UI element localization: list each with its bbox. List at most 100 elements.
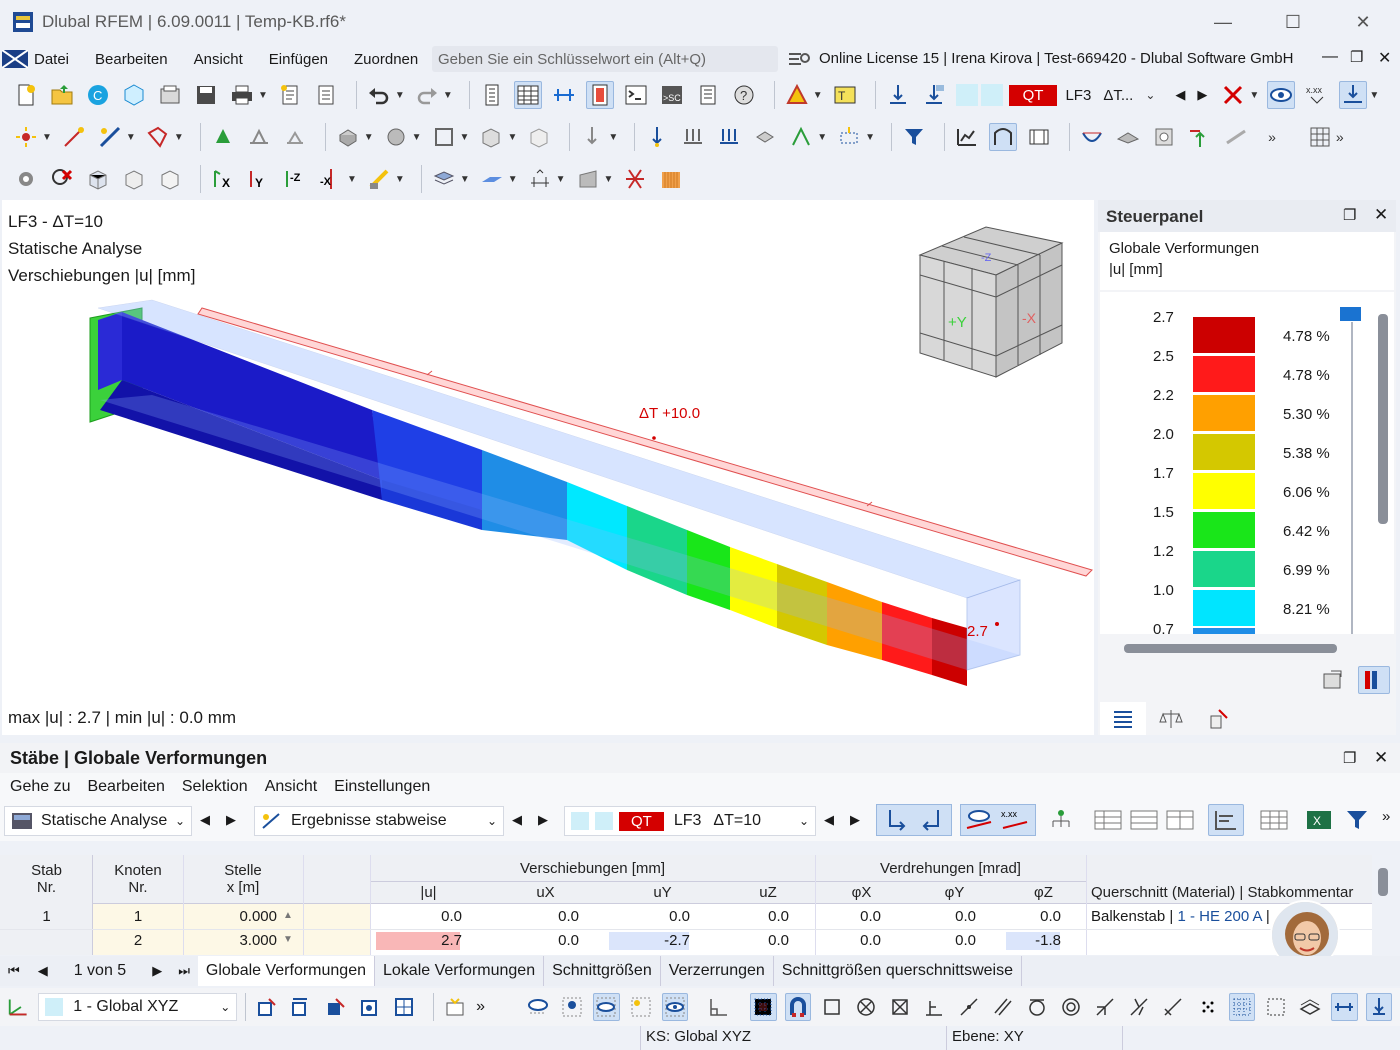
snap-perpendicular-icon[interactable] [921,993,947,1021]
first-page-icon[interactable]: ⏮ [8,963,20,979]
next-analysis-icon[interactable]: ▶ [226,812,236,828]
surface-load-icon[interactable] [751,123,779,151]
maximize-button[interactable]: ☐ [1270,8,1316,36]
table-scrollbar[interactable] [1378,868,1388,896]
legend-scrollbar[interactable] [1378,314,1388,524]
display-dimension-icon[interactable] [526,165,554,193]
display-mesh-icon[interactable] [621,165,649,193]
polyline-icon[interactable] [144,123,172,151]
reaction-icon[interactable] [1186,123,1214,151]
search-input[interactable]: Geben Sie ein Schlüsselwort ein (Alt+Q) [432,46,778,72]
results-toolbar-more[interactable]: » [1382,808,1390,825]
delete-view-icon[interactable] [48,165,76,193]
snap-square-icon[interactable] [819,993,845,1021]
member-icon[interactable] [96,123,124,151]
visibility-node-icon[interactable] [525,993,551,1021]
cs-select[interactable]: 1 - Global XYZ ⌄ [38,993,238,1021]
view-results-icon[interactable] [1267,81,1296,109]
frame-icon[interactable] [430,123,458,151]
menu-zuordnen[interactable]: Zuordnen [354,51,418,68]
report-icon[interactable] [312,81,340,109]
insert-text-icon[interactable]: T [831,81,859,109]
display-render-icon[interactable] [657,165,685,193]
legend-settings-icon[interactable] [1318,666,1348,694]
table-filter-funnel-icon[interactable] [1344,808,1372,837]
filter-icon[interactable] [900,123,928,151]
table-extremes-icon[interactable] [1208,804,1244,836]
snap-node-icon[interactable] [254,993,280,1021]
help-icon[interactable]: ? [730,81,758,109]
tab-globale-verformungen[interactable]: Globale Verformungen [197,956,375,986]
panel-tab-balance-icon[interactable] [1148,702,1194,735]
panel-close-icon[interactable]: ✕ [1374,205,1388,225]
snap-layer-icon[interactable] [1297,993,1323,1021]
previous-loadcase-icon[interactable]: ◀ [1175,87,1185,103]
legend-colors-icon[interactable] [1358,666,1390,694]
snap-line-icon[interactable] [955,993,981,1021]
legend-h-scrollbar[interactable] [1124,644,1337,653]
snap-settings-icon[interactable] [442,993,468,1021]
panel-tab-tools-icon[interactable] [1196,702,1242,735]
view-x-icon[interactable]: X [209,165,237,193]
snap-member-icon[interactable] [288,993,314,1021]
legend-slider-handle[interactable] [1340,307,1361,321]
opening-icon[interactable] [382,123,410,151]
model-manager-icon[interactable] [156,81,184,109]
member-load-icon[interactable] [679,123,707,151]
hinge-icon[interactable] [245,123,273,151]
last-page-icon[interactable]: ⏭ [178,963,190,979]
animation-icon[interactable] [1025,123,1053,151]
panel-minimize-icon[interactable]: — [1322,48,1338,66]
view-rotate-icon[interactable] [365,165,393,193]
section-link[interactable]: 1 - HE 200 A [1177,908,1261,925]
snap-parallel-icon[interactable] [990,993,1016,1021]
section-cut-icon[interactable] [1222,123,1250,151]
snap-grid-icon[interactable] [391,993,417,1021]
tab-verzerrungen[interactable]: Verzerrungen [661,956,774,986]
tab-lokale-verformungen[interactable]: Lokale Verformungen [375,956,545,986]
visibility-add-icon[interactable] [628,993,654,1021]
moment-diagram-icon[interactable] [1078,123,1106,151]
angle-icon[interactable] [706,993,732,1021]
snap-magnet-icon[interactable] [784,993,811,1021]
snap-arc-icon[interactable] [1024,993,1050,1021]
printout-report-icon[interactable] [276,81,304,109]
node-icon[interactable] [12,123,40,151]
dimension-icon[interactable] [550,81,578,109]
clipboard-icon[interactable] [694,81,722,109]
sync-icon[interactable] [918,808,944,837]
prev-page-icon[interactable]: ◀ [38,963,48,979]
minimize-button[interactable]: — [1200,8,1246,36]
next-loadcase-icon[interactable]: ▶ [1197,87,1207,103]
next-page-icon[interactable]: ▶ [152,963,162,979]
web-service-icon[interactable] [120,81,148,109]
support-icon[interactable] [209,123,237,151]
print-icon[interactable] [228,81,256,109]
view-minus-z-icon[interactable]: -Z [281,165,309,193]
line-load-icon[interactable] [715,123,743,151]
results-undock-icon[interactable]: ❐ [1343,749,1356,767]
load-generator-icon[interactable] [835,123,863,151]
load-icon[interactable] [578,123,606,151]
values-icon[interactable]: x.xx [1303,81,1331,109]
tab-schnittgroessen[interactable]: Schnittgrößen [544,956,661,986]
results-menu-bearbeiten[interactable]: Bearbeiten [87,778,164,796]
panel-restore-icon[interactable]: ❐ [1350,48,1363,66]
new-model-icon[interactable] [12,81,40,109]
results-close-icon[interactable]: ✕ [1374,748,1388,768]
menu-ansicht[interactable]: Ansicht [194,51,243,68]
panel-undock-icon[interactable]: ❐ [1343,206,1356,224]
result-diagram-icon[interactable] [953,123,981,151]
view-cube-icon[interactable]: +Y -X -Z [918,225,1064,380]
display-guide-icon[interactable] [574,165,602,193]
snap-diagonal-icon[interactable] [1092,993,1118,1021]
show-results-icon[interactable] [920,81,948,109]
show-values-icon[interactable]: x.xx [1000,808,1030,837]
open-folder-icon[interactable] [48,81,76,109]
panel-toggle-icon[interactable] [585,81,614,109]
display-surfaces-icon[interactable] [430,165,458,193]
table-columns-icon[interactable] [1094,808,1122,837]
table-rows-icon[interactable] [1130,808,1158,837]
snap-surface-icon[interactable] [323,993,349,1021]
view-minus-x-icon[interactable]: -X [317,165,345,193]
